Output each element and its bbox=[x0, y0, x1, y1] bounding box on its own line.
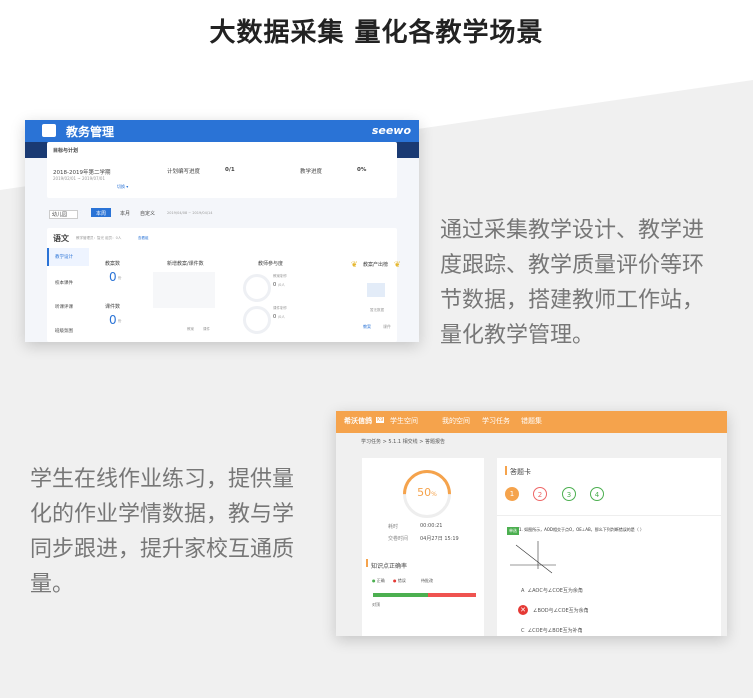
app-logo-icon bbox=[42, 124, 56, 137]
answer-card-title: 答题卡 bbox=[510, 468, 531, 476]
plan-progress-label: 计划编写进度 bbox=[167, 169, 201, 175]
answer-number-3[interactable]: 3 bbox=[562, 487, 576, 501]
answer-number-2[interactable]: 2 bbox=[533, 487, 547, 501]
admin-dashboard-screenshot: 教务管理 seewo 目标与计划 2018-2019年第二学期 2019/02/… bbox=[25, 120, 419, 342]
nav-mistakes[interactable]: 错题集 bbox=[521, 416, 542, 426]
switch-semester-link[interactable]: 切换 ▾ bbox=[117, 184, 128, 190]
legend-lesson: 教案 bbox=[187, 327, 194, 331]
tab-this-month[interactable]: 本月 bbox=[120, 210, 130, 217]
legend-pending: 待批改 bbox=[421, 578, 433, 583]
page-title: 大数据采集 量化各教学场景 bbox=[209, 18, 544, 48]
laurel-left-icon: ❦ bbox=[351, 260, 358, 269]
admin-app-title: 教务管理 bbox=[66, 125, 115, 139]
subject-card: 语文 教学管理员：智光 组员：0人 查看组 教学设计 校本课件 听课评课 班级氛… bbox=[47, 228, 401, 342]
brand-badge: K9 bbox=[376, 417, 385, 423]
view-group-link[interactable]: 查看组 bbox=[138, 236, 149, 241]
tab-custom[interactable]: 自定义 bbox=[140, 210, 155, 217]
teacher-lesson-unit: /0人 bbox=[278, 283, 285, 287]
plan-progress-value: 0/1 bbox=[225, 167, 235, 173]
teacher-courseware-label: 课件制作 bbox=[273, 306, 287, 310]
geometry-diagram-icon bbox=[510, 541, 556, 574]
wrong-mark-icon: ✕ bbox=[518, 605, 528, 615]
lesson-count-value: 0 bbox=[109, 270, 117, 284]
laurel-right-icon: ❦ bbox=[394, 260, 401, 269]
student-report-screenshot: 希沃信鸽 K9 学生空间 我的空间 学习任务 错题集 学习任务 > 5.1.1 … bbox=[336, 411, 727, 636]
student-header: 希沃信鸽 K9 学生空间 我的空间 学习任务 错题集 bbox=[336, 411, 727, 433]
lesson-count-label: 教案数 bbox=[105, 261, 121, 267]
knowledge-item: 对顶 bbox=[372, 602, 380, 607]
teach-progress-label: 教学进度 bbox=[300, 169, 323, 175]
semester-name: 2018-2019年第二学期 bbox=[53, 170, 111, 176]
breadcrumb: 学习任务 > 5.1.1 相交线 > 答题报告 bbox=[361, 439, 446, 445]
legend-wrong: ● 错误 bbox=[393, 578, 406, 583]
nav-my-space[interactable]: 我的空间 bbox=[442, 416, 470, 426]
date-range: 2019/04/08 ~ 2019/04/14 bbox=[167, 211, 213, 215]
sidebar-item-label: 班级氛围 bbox=[55, 329, 73, 334]
lesson-count-unit: 份 bbox=[118, 276, 122, 280]
legend-courseware: 课件 bbox=[203, 327, 210, 331]
student-role: 学生空间 bbox=[390, 417, 418, 425]
question-text: 1. 如图所示，AOD相交于点O，OE⊥AB，那么下列判断错误的是（ ） bbox=[519, 527, 645, 532]
new-count-label: 新增教案/课件数 bbox=[167, 261, 204, 267]
admin-header: 教务管理 seewo bbox=[25, 120, 419, 142]
submit-label: 交卷时间 bbox=[388, 536, 409, 542]
teacher-lesson-ring bbox=[243, 274, 271, 302]
sidebar-item-courseware[interactable]: 校本课件 bbox=[47, 274, 87, 292]
semester-dates: 2019/02/01 ~ 2019/07/01 bbox=[53, 176, 106, 181]
teacher-lesson-label: 教案制作 bbox=[273, 274, 287, 278]
output-tab-lesson[interactable]: 教案 bbox=[363, 324, 371, 330]
option-a[interactable]: A ∠AOC与∠COE互为余角 bbox=[521, 587, 583, 594]
knowledge-title: 知识点正确率 bbox=[371, 563, 408, 570]
tab-this-week[interactable]: 本周 bbox=[96, 210, 106, 217]
teacher-courseware-value: 0 bbox=[273, 314, 277, 320]
plan-label: 目标与计划 bbox=[53, 148, 79, 154]
seewo-logo: seewo bbox=[371, 124, 411, 137]
sidebar-item-observation[interactable]: 听课评课 bbox=[47, 298, 87, 316]
courseware-count-unit: 份 bbox=[118, 319, 122, 323]
teach-progress-value: 0% bbox=[357, 167, 367, 173]
sidebar-item-label: 校本课件 bbox=[55, 281, 73, 286]
answer-number-4[interactable]: 4 bbox=[590, 487, 604, 501]
sidebar-item-label: 教学设计 bbox=[55, 255, 73, 260]
score-percent: 50% bbox=[406, 486, 448, 499]
answer-number-1[interactable]: 1 bbox=[505, 487, 519, 501]
time-label: 耗时 bbox=[388, 524, 399, 530]
teacher-courseware-unit: /0人 bbox=[278, 315, 285, 319]
option-c[interactable]: C ∠COE与∠BOE互为补角 bbox=[521, 627, 583, 634]
output-tab-courseware[interactable]: 课件 bbox=[383, 324, 391, 330]
subject-title: 语文 bbox=[53, 234, 69, 243]
no-data-text: 暂无数据 bbox=[370, 308, 384, 312]
question-type-badge: 单选 bbox=[507, 527, 519, 535]
empty-chart-icon bbox=[367, 283, 385, 297]
score-value: 50 bbox=[417, 486, 432, 499]
description-homework: 学生在线作业练习，提供量化的作业学情数据，教与学同步跟进，提升家校互通质量。 bbox=[30, 467, 295, 597]
sidebar-item-lesson-design[interactable]: 教学设计 bbox=[47, 248, 89, 266]
sidebar-item-label: 听课评课 bbox=[55, 305, 73, 310]
submit-value: 04月27日 15:19 bbox=[420, 536, 459, 542]
accuracy-bar-correct bbox=[373, 593, 428, 597]
teacher-courseware-ring bbox=[243, 306, 271, 334]
score-unit: % bbox=[431, 491, 437, 498]
courseware-count-value: 0 bbox=[109, 313, 117, 327]
teacher-lesson-value: 0 bbox=[273, 282, 277, 288]
plan-card: 目标与计划 2018-2019年第二学期 2019/02/01 ~ 2019/0… bbox=[47, 142, 397, 198]
section-marker bbox=[366, 559, 368, 567]
sidebar-item-class-atmosphere[interactable]: 班级氛围 bbox=[47, 322, 87, 340]
new-count-chart bbox=[153, 272, 215, 308]
courseware-count-label: 课件数 bbox=[105, 304, 121, 310]
output-rank-label: 教案产出榜 bbox=[363, 262, 389, 268]
time-value: 00:00:21 bbox=[420, 523, 443, 529]
grade-select[interactable]: 幼儿园 bbox=[49, 210, 79, 219]
nav-learning-tasks[interactable]: 学习任务 bbox=[482, 416, 510, 426]
accuracy-bar-wrong bbox=[428, 593, 476, 597]
description-teaching: 通过采集教学设计、教学进度跟踪、教学质量评价等环节数据，搭建教师工作站，量化教学… bbox=[440, 218, 705, 348]
teacher-participation-label: 教师参与度 bbox=[258, 261, 284, 267]
legend-correct: ● 正确 bbox=[372, 578, 385, 583]
section-marker bbox=[505, 466, 507, 475]
divider bbox=[497, 515, 721, 516]
subject-meta: 教学管理员：智光 组员：0人 bbox=[76, 236, 122, 240]
option-b[interactable]: ∠BOD与∠COE互为余角 bbox=[533, 607, 589, 614]
student-brand: 希沃信鸽 bbox=[344, 417, 372, 425]
